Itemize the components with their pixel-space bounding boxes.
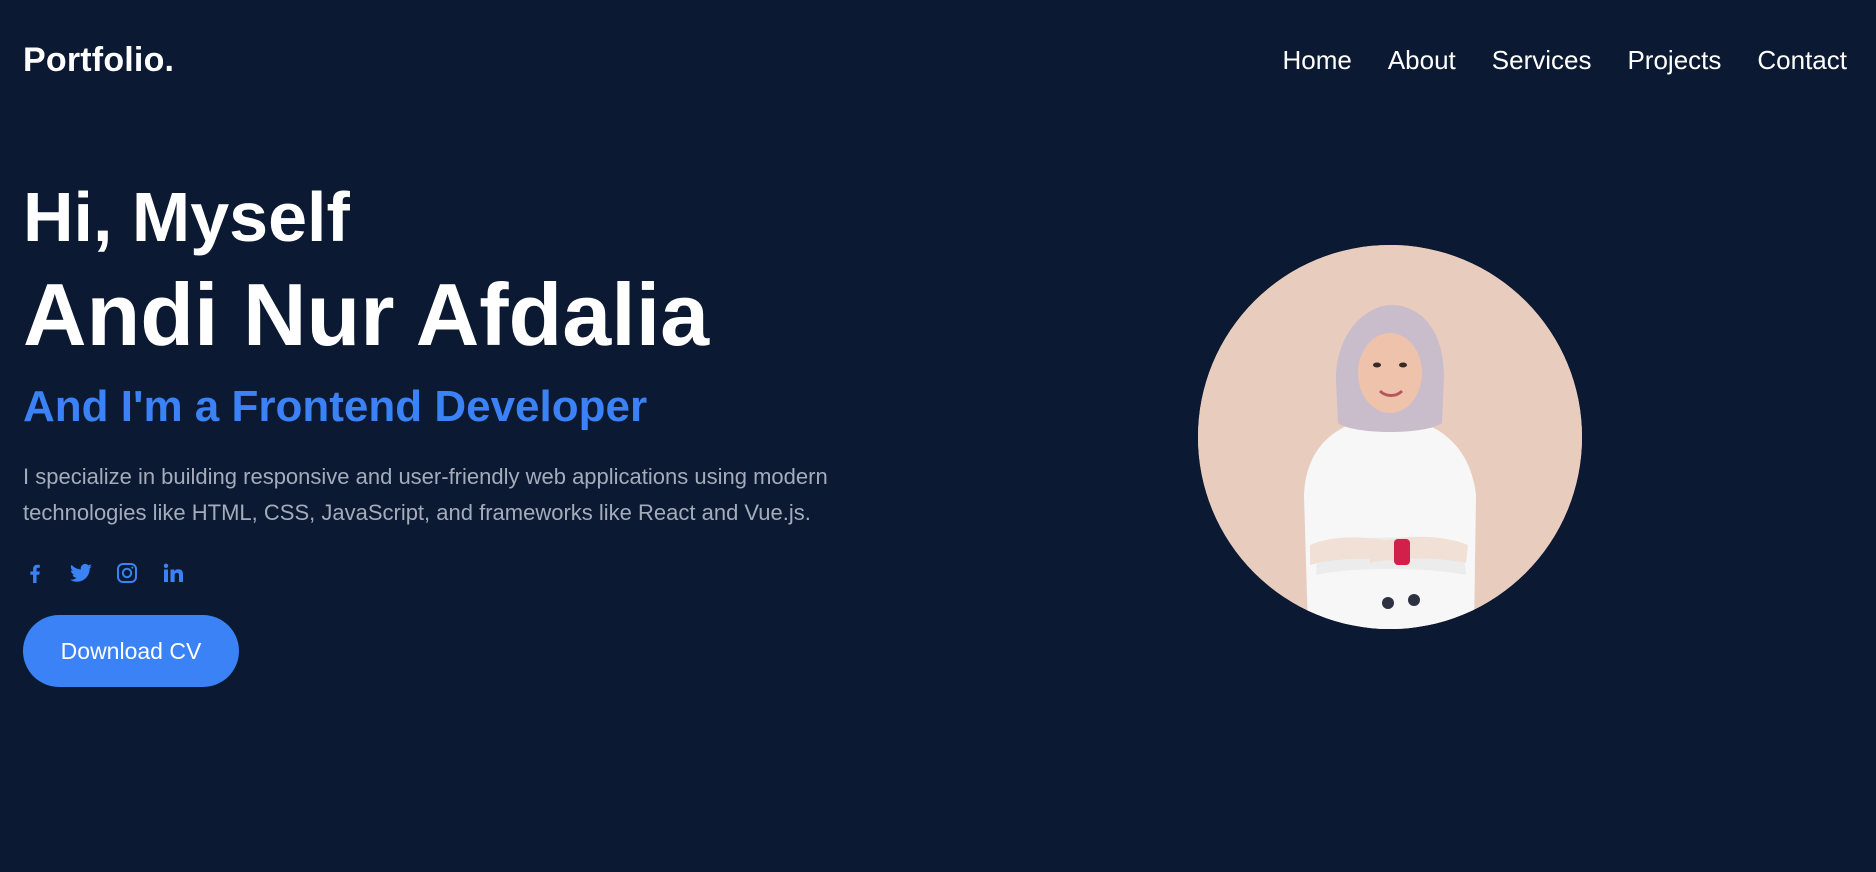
site-header: Portfolio. Home About Services Projects … [0, 0, 1876, 120]
nav-contact[interactable]: Contact [1757, 40, 1847, 80]
hero-section: Hi, Myself Andi Nur Afdalia And I'm a Fr… [23, 175, 983, 687]
hero-description: I specialize in building responsive and … [23, 464, 828, 525]
instagram-icon[interactable] [115, 561, 139, 585]
hero-role-prefix: And I'm a [23, 382, 232, 431]
nav-home[interactable]: Home [1282, 40, 1351, 80]
main-nav: Home About Services Projects Contact [1282, 40, 1847, 80]
hero-role: And I'm a Frontend Developer [23, 379, 983, 435]
hero-greeting: Hi, Myself [23, 178, 350, 256]
twitter-icon[interactable] [69, 561, 93, 585]
profile-photo [1198, 245, 1582, 629]
portfolio-page: Portfolio. Home About Services Projects … [0, 0, 1876, 872]
nav-about[interactable]: About [1388, 40, 1456, 80]
facebook-icon[interactable] [23, 561, 47, 585]
hero-role-highlight: Frontend Developer [231, 382, 648, 431]
download-cv-button[interactable]: Download CV [23, 615, 239, 687]
linkedin-icon[interactable] [161, 561, 185, 585]
social-links [23, 559, 983, 587]
profile-photo-illustration [1198, 245, 1582, 629]
nav-services[interactable]: Services [1492, 40, 1592, 80]
site-logo[interactable]: Portfolio. [23, 40, 174, 80]
hero-name: Andi Nur Afdalia [23, 265, 710, 364]
nav-projects[interactable]: Projects [1627, 40, 1721, 80]
